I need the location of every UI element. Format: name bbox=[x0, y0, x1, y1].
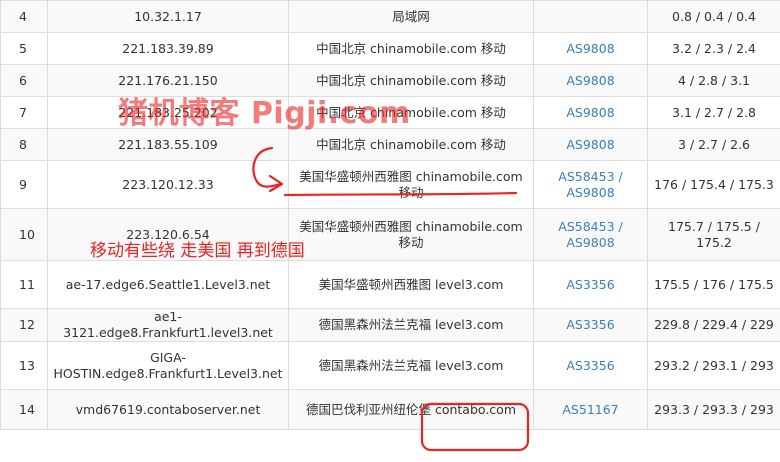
hop-asn: AS3356 bbox=[533, 260, 648, 309]
asn-link[interactable]: AS9808 bbox=[566, 137, 614, 152]
hop-number: 9 bbox=[0, 160, 48, 209]
traceroute-table: 4 10.32.1.17 局域网 0.8 / 0.4 / 0.4 5 221.183.39… bbox=[0, 0, 780, 430]
hop-asn bbox=[533, 0, 648, 33]
hop-latency: 4 / 2.8 / 3.1 bbox=[647, 64, 780, 97]
hop-ip: 223.120.12.33 bbox=[47, 160, 289, 209]
hop-location: 美国华盛顿州西雅图 level3.com bbox=[288, 260, 534, 309]
hop-ip: 221.176.21.150 bbox=[47, 64, 289, 97]
table-row: 9 223.120.12.33 美国华盛顿州西雅图 chinamobile.com … bbox=[0, 160, 780, 209]
hop-number: 13 bbox=[0, 341, 48, 390]
asn-link[interactable]: AS9808 bbox=[566, 41, 614, 56]
hop-location: 局域网 bbox=[288, 0, 534, 33]
hop-latency: 3.2 / 2.3 / 2.4 bbox=[647, 32, 780, 65]
hop-location: 中国北京 chinamobile.com 移动 bbox=[288, 128, 534, 161]
hop-location: 美国华盛顿州西雅图 chinamobile.com 移动 bbox=[288, 160, 534, 209]
asn-link[interactable]: AS3356 bbox=[566, 277, 614, 292]
hop-location: 德国巴伐利亚州纽伦堡 contabo.com bbox=[288, 389, 534, 430]
hop-latency: 3 / 2.7 / 2.6 bbox=[647, 128, 780, 161]
hop-number: 10 bbox=[0, 208, 48, 261]
hop-asn: AS9808 bbox=[533, 64, 648, 97]
hop-asn: AS9808 bbox=[533, 32, 648, 65]
hop-ip: GIGA-HOSTIN.edge8.Frankfurt1.Level3.net bbox=[47, 341, 289, 390]
hop-ip: 221.183.55.109 bbox=[47, 128, 289, 161]
hop-number: 8 bbox=[0, 128, 48, 161]
asn-link[interactable]: AS9808 bbox=[566, 185, 614, 200]
hop-ip: ae-17.edge6.Seattle1.Level3.net bbox=[47, 260, 289, 309]
table-row: 11 ae-17.edge6.Seattle1.Level3.net 美国华盛顿州西… bbox=[0, 260, 780, 309]
hop-latency: 176 / 175.4 / 175.3 bbox=[647, 160, 780, 209]
hop-number: 11 bbox=[0, 260, 48, 309]
hop-number: 4 bbox=[0, 0, 48, 33]
table-row: 8 221.183.55.109 中国北京 chinamobile.com 移动 AS… bbox=[0, 128, 780, 161]
hop-location: 美国华盛顿州西雅图 chinamobile.com 移动 bbox=[288, 208, 534, 261]
hop-latency: 229.8 / 229.4 / 229 bbox=[647, 308, 780, 342]
hop-asn: AS58453 /AS9808 bbox=[533, 160, 648, 209]
table-row: 14 vmd67619.contaboserver.net 德国巴伐利亚州纽伦堡 c… bbox=[0, 389, 780, 430]
hop-number: 6 bbox=[0, 64, 48, 97]
hop-location: 中国北京 chinamobile.com 移动 bbox=[288, 64, 534, 97]
hop-location: 德国黑森州法兰克福 level3.com bbox=[288, 308, 534, 342]
asn-link[interactable]: AS51167 bbox=[562, 402, 618, 417]
traceroute-table-body: 4 10.32.1.17 局域网 0.8 / 0.4 / 0.4 5 221.183.39… bbox=[0, 0, 780, 430]
hop-latency: 0.8 / 0.4 / 0.4 bbox=[647, 0, 780, 33]
hop-asn: AS58453 /AS9808 bbox=[533, 208, 648, 261]
hop-number: 12 bbox=[0, 308, 48, 342]
hop-location: 中国北京 chinamobile.com 移动 bbox=[288, 32, 534, 65]
asn-link[interactable]: AS58453 / bbox=[558, 169, 622, 184]
hop-number: 14 bbox=[0, 389, 48, 430]
hop-latency: 175.5 / 176 / 175.5 bbox=[647, 260, 780, 309]
asn-link[interactable]: AS3356 bbox=[566, 358, 614, 373]
asn-link[interactable]: AS9808 bbox=[566, 73, 614, 88]
hop-ip: 221.183.25.202 bbox=[47, 96, 289, 129]
asn-link[interactable]: AS9808 bbox=[566, 235, 614, 250]
hop-asn: AS3356 bbox=[533, 341, 648, 390]
asn-link[interactable]: AS58453 / bbox=[558, 219, 622, 234]
table-row: 10 223.120.6.54 美国华盛顿州西雅图 chinamobile.com … bbox=[0, 208, 780, 261]
hop-asn: AS51167 bbox=[533, 389, 648, 430]
table-row: 12 ae1-3121.edge8.Frankfurt1.level3.net 德国… bbox=[0, 308, 780, 342]
hop-ip: 221.183.39.89 bbox=[47, 32, 289, 65]
hop-location: 中国北京 chinamobile.com 移动 bbox=[288, 96, 534, 129]
table-row: 5 221.183.39.89 中国北京 chinamobile.com 移动 AS9… bbox=[0, 32, 780, 65]
hop-location: 德国黑森州法兰克福 level3.com bbox=[288, 341, 534, 390]
hop-ip: 223.120.6.54 bbox=[47, 208, 289, 261]
hop-ip: 10.32.1.17 bbox=[47, 0, 289, 33]
hop-ip: vmd67619.contaboserver.net bbox=[47, 389, 289, 430]
hop-latency: 293.3 / 293.3 / 293 bbox=[647, 389, 780, 430]
hop-asn: AS9808 bbox=[533, 96, 648, 129]
asn-link[interactable]: AS3356 bbox=[566, 317, 614, 332]
hop-number: 7 bbox=[0, 96, 48, 129]
asn-link[interactable]: AS9808 bbox=[566, 105, 614, 120]
table-row: 13 GIGA-HOSTIN.edge8.Frankfurt1.Level3.ne… bbox=[0, 341, 780, 390]
table-row: 6 221.176.21.150 中国北京 chinamobile.com 移动 AS… bbox=[0, 64, 780, 97]
hop-ip: ae1-3121.edge8.Frankfurt1.level3.net bbox=[47, 308, 289, 342]
hop-latency: 293.2 / 293.1 / 293 bbox=[647, 341, 780, 390]
table-row: 4 10.32.1.17 局域网 0.8 / 0.4 / 0.4 bbox=[0, 0, 780, 33]
hop-asn: AS3356 bbox=[533, 308, 648, 342]
hop-number: 5 bbox=[0, 32, 48, 65]
hop-latency: 3.1 / 2.7 / 2.8 bbox=[647, 96, 780, 129]
hop-latency: 175.7 / 175.5 / 175.2 bbox=[647, 208, 780, 261]
hop-asn: AS9808 bbox=[533, 128, 648, 161]
table-row: 7 221.183.25.202 中国北京 chinamobile.com 移动 AS… bbox=[0, 96, 780, 129]
